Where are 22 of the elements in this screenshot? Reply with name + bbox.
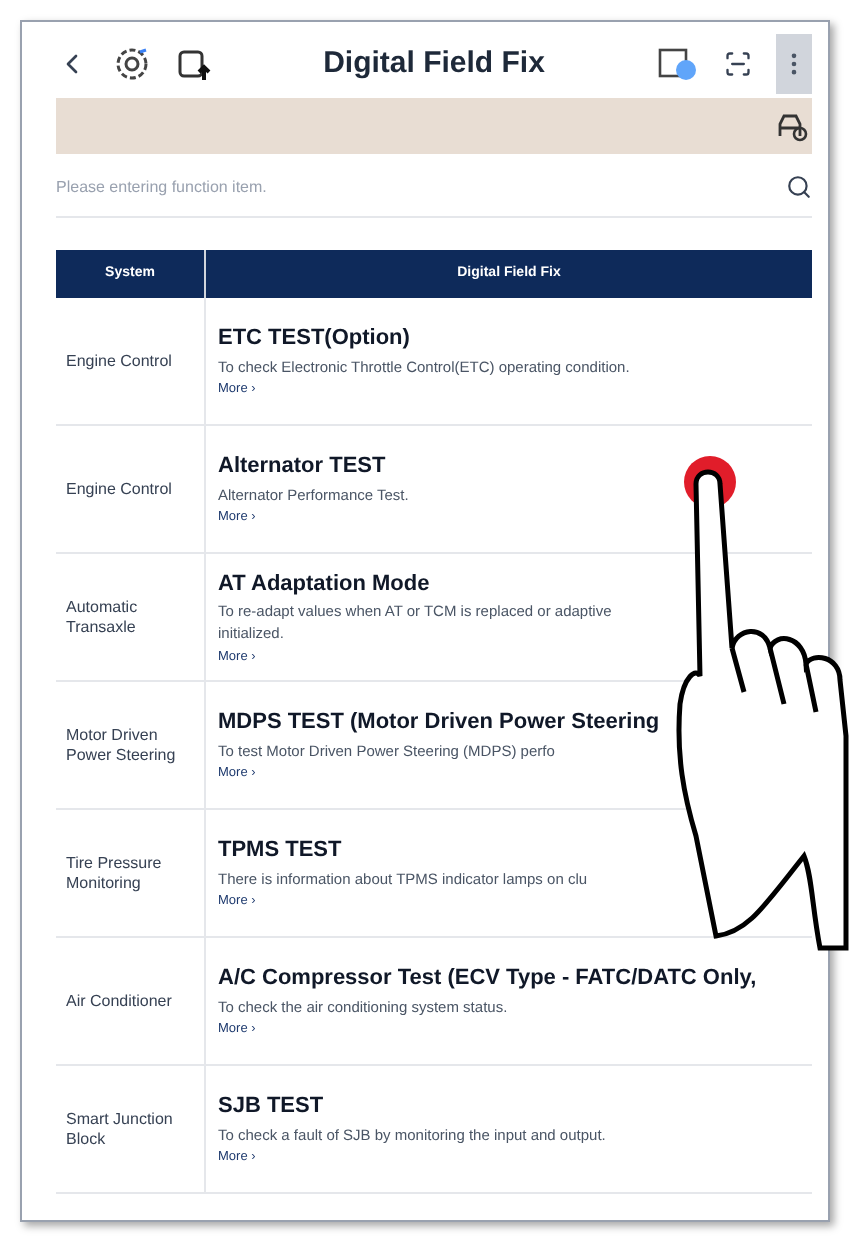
system-cell: Engine Control <box>66 351 172 371</box>
system-cell-text: Tire Pressure Monitoring <box>66 854 164 892</box>
search-field[interactable]: Please entering function item. <box>56 175 786 199</box>
scan-button[interactable] <box>724 50 752 78</box>
function-title[interactable]: A/C Compressor Test (ECV Type - FATC/DATC Only, <box>218 962 757 996</box>
function-title[interactable]: ETC TEST(Option) <box>218 322 410 356</box>
calendar-badge-icon[interactable] <box>656 44 700 84</box>
function-title[interactable]: MDPS TEST (Motor Driven Power Steering <box>218 706 660 740</box>
page-title: Digital Field Fix <box>321 43 547 84</box>
system-cell-text: Smart Junction Block <box>66 1110 175 1148</box>
system-cell: Air Conditioner <box>66 991 172 1011</box>
system-cell-text: Automatic Transaxle <box>66 598 140 636</box>
function-title[interactable]: AT Adaptation Mode <box>218 567 430 601</box>
function-title[interactable]: Alternator TEST <box>218 450 386 484</box>
system-cell: Engine Control <box>66 479 172 499</box>
function-title[interactable]: TPMS TEST <box>218 834 342 868</box>
document-upload-icon[interactable] <box>176 46 212 82</box>
function-title[interactable]: SJB TEST <box>218 1090 324 1124</box>
search-icon[interactable] <box>786 174 812 200</box>
system-cell-text: Motor Driven Power Steering <box>66 726 178 764</box>
gear-sync-icon[interactable] <box>112 44 152 84</box>
car-icon[interactable] <box>776 110 808 142</box>
